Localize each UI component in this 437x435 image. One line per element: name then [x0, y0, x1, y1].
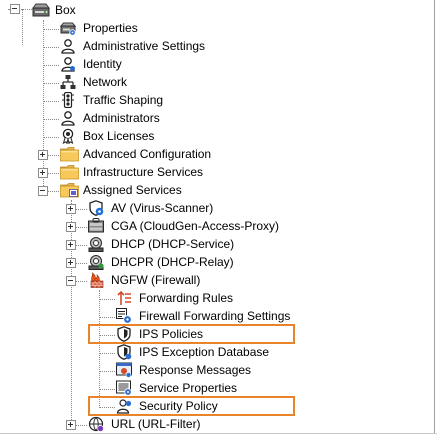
firewall-icon	[88, 272, 104, 288]
tree-line	[99, 371, 115, 372]
tree-node-label: DHCP (DHCP-Service)	[111, 237, 235, 251]
tree-line	[75, 227, 87, 228]
tree-line	[47, 155, 59, 156]
tree-line	[43, 137, 59, 138]
collapse-ngfw-toggle[interactable]	[66, 276, 76, 286]
tree-node-label: Administrative Settings	[83, 39, 206, 53]
tree-node-label: Properties	[83, 21, 138, 35]
tree-line	[47, 191, 59, 192]
tree-line	[99, 353, 115, 354]
tree-node-label: Security Policy	[139, 399, 218, 413]
tree-node-label: NGFW (Firewall)	[111, 273, 201, 287]
folder-icon	[60, 164, 79, 180]
expand-infrastructure-services-toggle[interactable]	[38, 168, 48, 178]
tree-line	[99, 299, 115, 300]
tree-line	[99, 389, 115, 390]
service-properties-icon	[116, 380, 132, 396]
forwarding-settings-icon	[116, 308, 132, 324]
folder-services-icon	[60, 182, 79, 198]
properties-icon	[59, 20, 77, 36]
server-box-icon	[32, 2, 50, 18]
tree-line	[43, 29, 59, 30]
tree-node-label: Infrastructure Services	[83, 165, 204, 179]
config-tree: Box Properties Administrative Settings I…	[0, 0, 437, 434]
folder-icon	[60, 146, 79, 162]
tree-line	[43, 119, 59, 120]
tree-line	[99, 290, 100, 408]
virus-scanner-icon	[88, 200, 104, 216]
tree-line	[71, 200, 72, 426]
tree-line	[75, 281, 87, 282]
tree-node-label: DHCPR (DHCP-Relay)	[111, 255, 234, 269]
license-icon	[60, 128, 76, 145]
ips-exception-icon	[116, 344, 132, 360]
network-icon	[60, 74, 76, 90]
tree-node-label: Box	[55, 3, 76, 17]
admin-settings-icon	[60, 38, 76, 54]
tree-node-label: CGA (CloudGen-Access-Proxy)	[111, 219, 280, 233]
tree-node-label: Forwarding Rules	[139, 291, 234, 305]
collapse-assigned-services-toggle[interactable]	[38, 186, 48, 196]
tree-node-label: Firewall Forwarding Settings	[139, 309, 291, 323]
tree-line	[75, 245, 87, 246]
expand-av-toggle[interactable]	[66, 204, 76, 214]
tree-node-label: Advanced Configuration	[83, 147, 212, 161]
tree-line	[75, 263, 87, 264]
traffic-light-icon	[60, 91, 76, 109]
administrators-icon	[60, 110, 76, 126]
identity-icon	[60, 56, 76, 72]
ips-shield-icon	[116, 326, 132, 342]
tree-line	[43, 83, 59, 84]
tree-line	[43, 65, 59, 66]
tree-line	[47, 173, 59, 174]
tree-node-label: Network	[83, 75, 128, 89]
tree-line	[43, 101, 59, 102]
cloudgen-access-icon	[88, 218, 104, 234]
tree-node-label: Response Messages	[139, 363, 252, 377]
expand-url-toggle[interactable]	[66, 420, 76, 430]
tree-line	[75, 425, 87, 426]
response-messages-icon	[116, 362, 132, 378]
tree-node-label: Traffic Shaping	[83, 93, 164, 107]
tree-border-right	[434, 0, 435, 434]
tree-node-label: Assigned Services	[83, 183, 182, 197]
tree-line	[75, 209, 87, 210]
dhcp-icon	[88, 236, 104, 252]
tree-node-label: Service Properties	[139, 381, 238, 395]
tree-line	[22, 9, 23, 45]
tree-line	[43, 20, 44, 190]
tree-node-label: IPS Exception Database	[139, 345, 270, 359]
forwarding-rules-icon	[116, 290, 132, 306]
tree-node-label: Identity	[83, 57, 122, 71]
tree-node-label: IPS Policies	[139, 327, 204, 341]
tree-node-label: URL (URL-Filter)	[111, 417, 201, 431]
tree-node-label: Administrators	[83, 111, 160, 125]
tree-line	[43, 47, 59, 48]
security-policy-icon	[116, 398, 132, 414]
dhcp-relay-icon	[88, 254, 104, 270]
expand-dhcpr-toggle[interactable]	[66, 258, 76, 268]
expand-cga-toggle[interactable]	[66, 222, 76, 232]
tree-line	[99, 317, 115, 318]
tree-line	[99, 335, 115, 336]
tree-line	[99, 407, 115, 408]
tree-node-label: Box Licenses	[83, 129, 155, 143]
expand-dhcp-toggle[interactable]	[66, 240, 76, 250]
url-filter-icon	[88, 416, 104, 432]
expand-advanced-configuration-toggle[interactable]	[38, 150, 48, 160]
collapse-box-toggle[interactable]	[10, 4, 20, 14]
tree-node-label: AV (Virus-Scanner)	[111, 201, 214, 215]
